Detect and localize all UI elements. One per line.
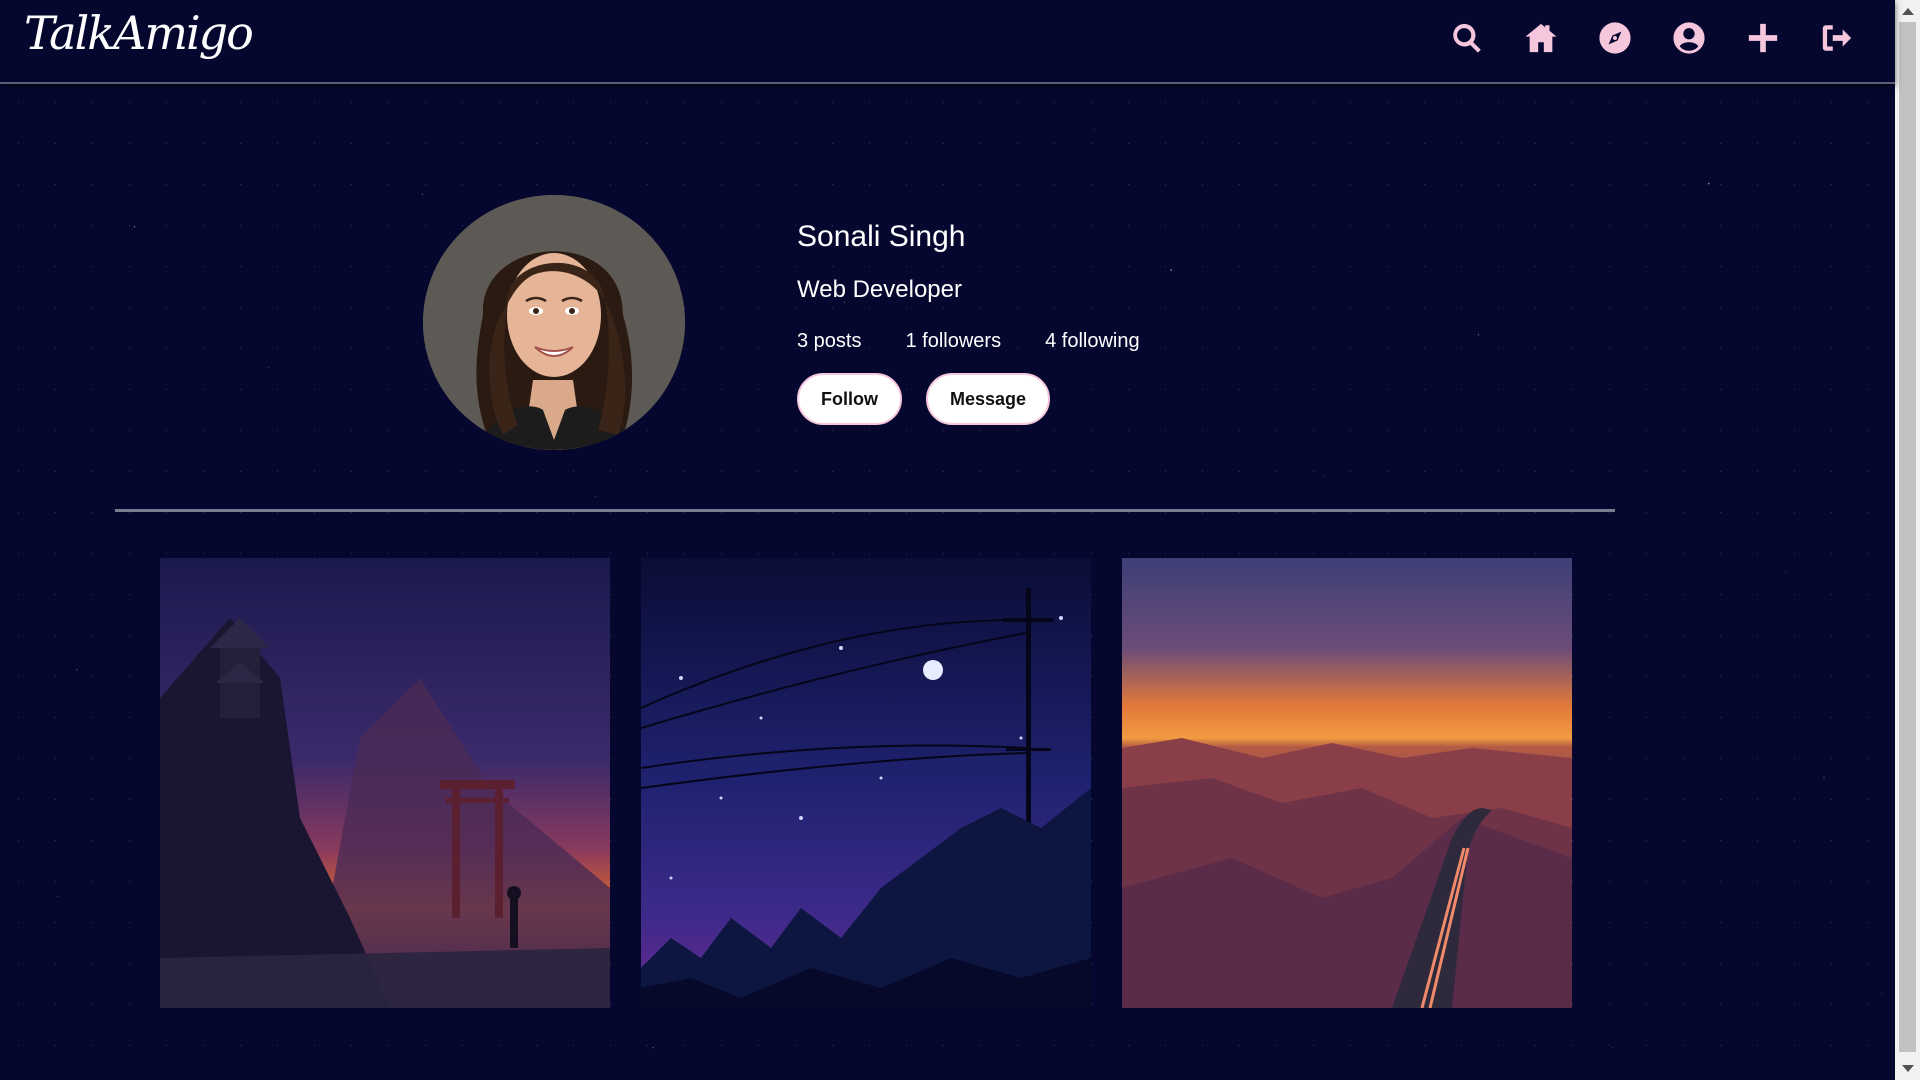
followers-count[interactable]: 1 followers [905,330,1001,353]
profile-name: Sonali Singh [797,220,966,253]
profile-avatar [423,195,685,450]
nav-icon-bar [1449,18,1855,58]
search-icon[interactable] [1449,18,1485,58]
post-thumbnail-sunset-road[interactable] [1122,558,1572,1009]
profile-actions: Follow Message [797,373,1140,425]
profile-info: Sonali Singh Web Developer 3 posts 1 fol… [797,220,1140,425]
post-thumbnail-pagoda[interactable] [160,558,610,1008]
page-scrollbar[interactable] [1895,0,1920,1080]
user-circle-icon[interactable] [1671,18,1707,58]
top-navbar: TalkAmigo [0,0,1895,84]
plus-icon[interactable] [1745,18,1781,58]
section-divider [115,509,1615,512]
posts-grid [160,558,1572,1009]
profile-title: Web Developer [797,276,962,303]
profile-stats: 3 posts 1 followers 4 following [797,330,1140,353]
compass-icon[interactable] [1597,18,1633,58]
scrollbar-thumb[interactable] [1899,22,1916,1052]
logo[interactable]: TalkAmigo [24,6,254,60]
scroll-down-arrow-icon[interactable] [1902,1065,1914,1072]
following-count[interactable]: 4 following [1045,330,1140,353]
message-button[interactable]: Message [926,373,1051,425]
post-thumbnail-night-powerline[interactable] [640,558,1091,1008]
follow-button[interactable]: Follow [797,373,902,425]
scroll-up-arrow-icon[interactable] [1902,8,1914,15]
posts-count[interactable]: 3 posts [797,330,861,353]
home-icon[interactable] [1523,18,1559,58]
sign-out-icon[interactable] [1819,18,1855,58]
